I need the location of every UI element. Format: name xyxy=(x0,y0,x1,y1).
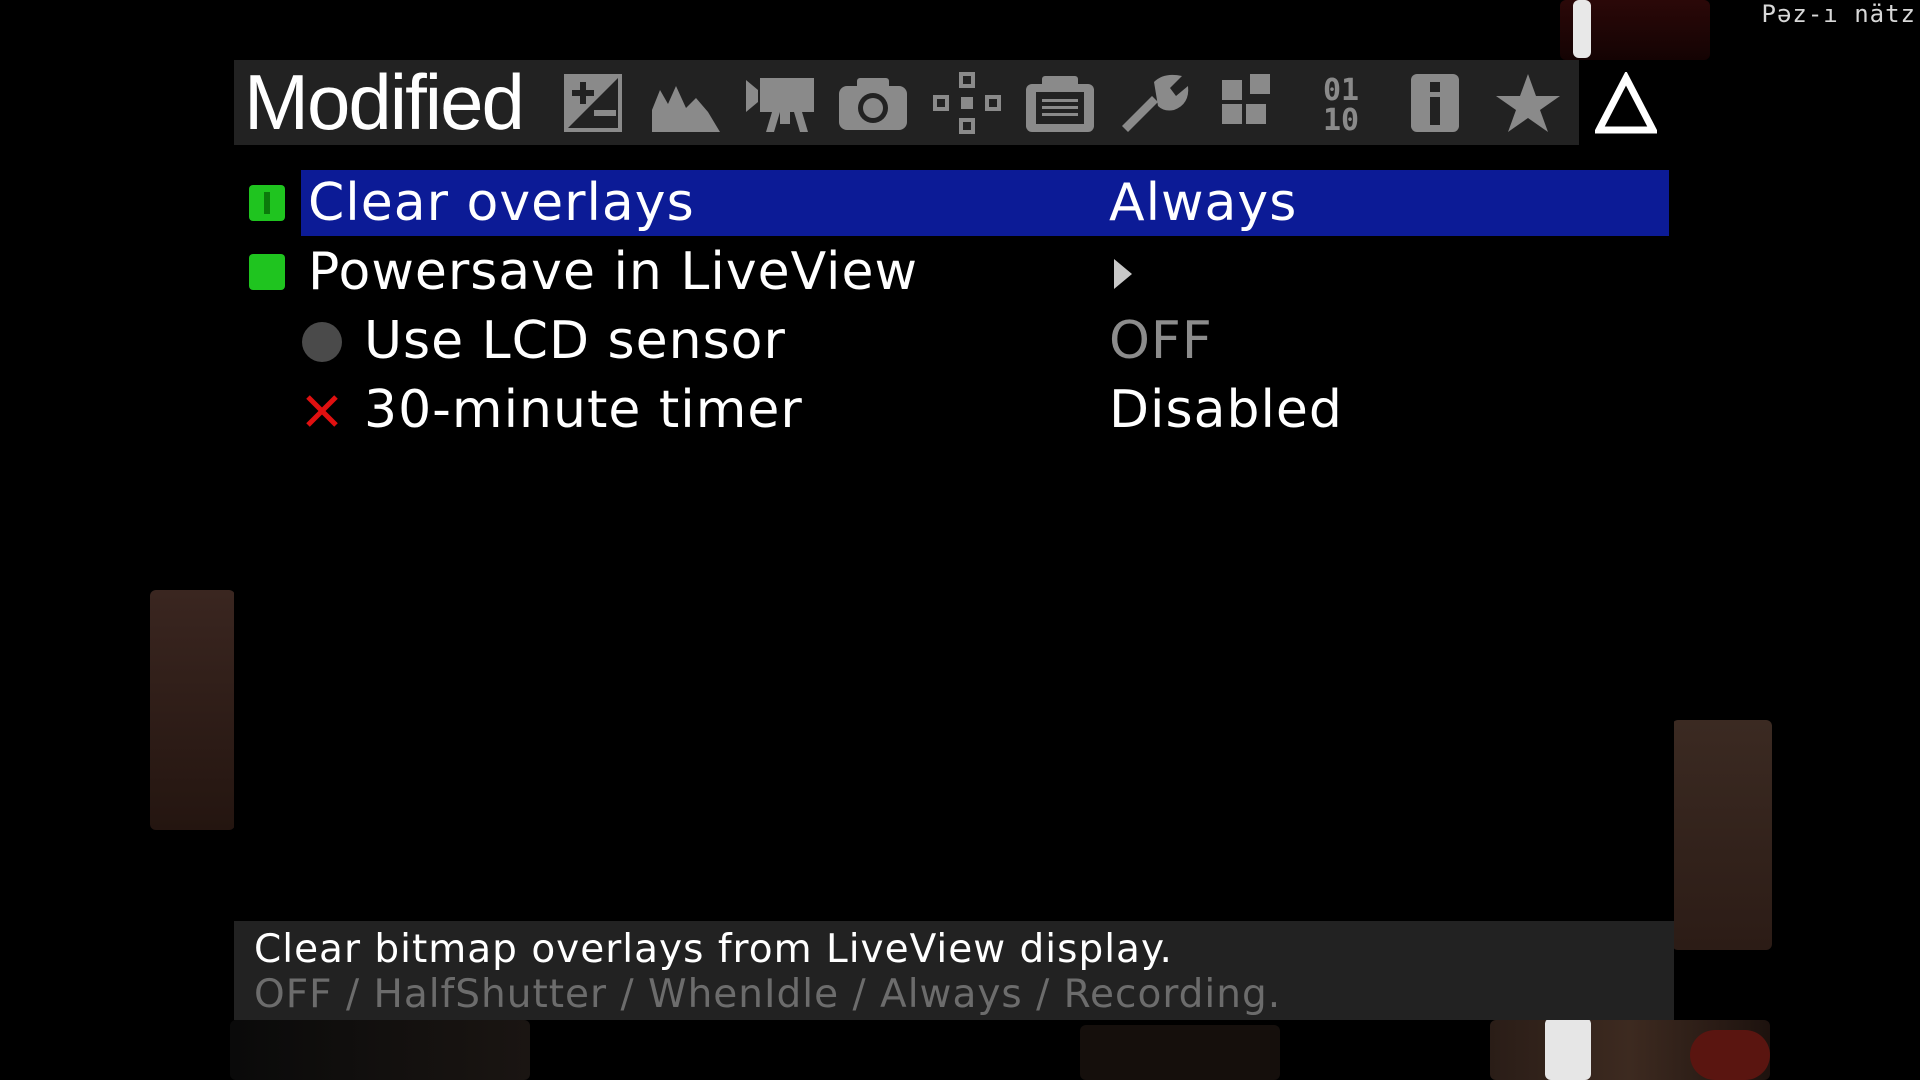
background-shape xyxy=(1690,1030,1770,1080)
tab-display[interactable] xyxy=(1014,60,1108,145)
tab-exposure[interactable] xyxy=(546,60,640,145)
debug-icon: 01 10 xyxy=(1323,73,1359,134)
menu-item-label: Use LCD sensor xyxy=(364,311,786,371)
menu-item-value: Always xyxy=(1109,173,1298,233)
menu-title: Modified xyxy=(244,58,525,146)
background-shape xyxy=(230,1020,530,1080)
histogram-icon xyxy=(652,85,721,132)
background-shape xyxy=(1573,0,1591,58)
svg-text:10: 10 xyxy=(1323,103,1359,134)
background-shape xyxy=(150,590,235,830)
green-square-icon xyxy=(249,185,285,221)
info-icon xyxy=(1410,73,1459,132)
display-icon xyxy=(1026,75,1095,132)
tab-info[interactable] xyxy=(1388,60,1482,145)
exposure-icon xyxy=(563,73,622,132)
menu-tab-bar: Modified 01 10 xyxy=(234,60,1674,145)
tab-focus[interactable] xyxy=(920,60,1014,145)
menu-item-value: Disabled xyxy=(1109,380,1343,440)
menu-item-clear-overlays[interactable]: Clear overlays Always xyxy=(234,170,1674,236)
menu-item-use-lcd-sensor[interactable]: Use LCD sensor OFF xyxy=(234,308,1674,374)
help-panel: Clear bitmap overlays from LiveView disp… xyxy=(234,921,1674,1020)
menu-item-label: Clear overlays xyxy=(308,173,695,233)
menu-item-30-minute-timer[interactable]: 30-minute timer Disabled xyxy=(234,377,1674,443)
modified-delta-icon xyxy=(1595,71,1658,133)
modules-icon xyxy=(1221,73,1270,124)
star-icon xyxy=(1496,73,1561,132)
background-shape xyxy=(1672,720,1772,950)
green-square-icon xyxy=(249,254,285,290)
background-shape xyxy=(1080,1025,1280,1080)
tab-shoot[interactable] xyxy=(827,60,921,145)
ml-menu: Modified 01 10 Clear overlays Always Pow… xyxy=(234,60,1674,1020)
corner-status-text: Pəz-ı nätz xyxy=(1761,0,1916,28)
tab-prefs[interactable] xyxy=(1107,60,1201,145)
wrench-icon xyxy=(1121,74,1189,132)
menu-item-powersave[interactable]: Powersave in LiveView xyxy=(234,239,1674,305)
help-choices: OFF / HalfShutter / WhenIdle / Always / … xyxy=(254,972,1282,1017)
red-x-icon xyxy=(306,395,338,427)
background-shape xyxy=(1545,1018,1591,1080)
gray-circle-icon xyxy=(302,322,342,362)
menu-item-value: OFF xyxy=(1109,311,1213,371)
movie-camera-icon xyxy=(745,77,814,132)
tab-modified[interactable] xyxy=(1578,60,1674,145)
help-description: Clear bitmap overlays from LiveView disp… xyxy=(254,927,1173,972)
tab-modules[interactable] xyxy=(1201,60,1295,145)
tab-debug[interactable]: 01 10 xyxy=(1294,60,1388,145)
camera-icon xyxy=(839,77,908,130)
focus-icon xyxy=(932,71,1001,134)
tab-my-menu[interactable] xyxy=(1481,60,1575,145)
menu-item-label: Powersave in LiveView xyxy=(308,242,918,302)
menu-item-label: 30-minute timer xyxy=(364,380,803,440)
tab-overlay[interactable] xyxy=(639,60,733,145)
submenu-arrow-icon[interactable] xyxy=(1110,255,1136,293)
tab-movie[interactable] xyxy=(733,60,827,145)
